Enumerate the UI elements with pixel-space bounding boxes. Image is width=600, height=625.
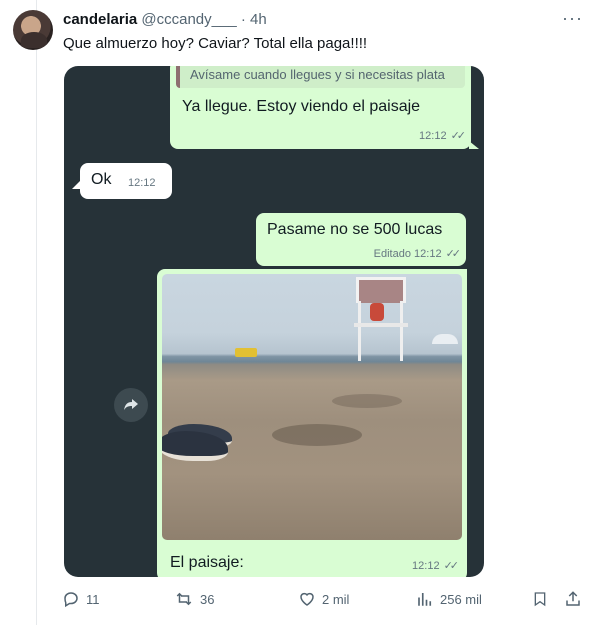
views-icon (418, 593, 432, 606)
repost-icon (176, 592, 192, 606)
message-outgoing-photo: El paisaje: 12:12 ✓✓ (157, 269, 467, 577)
reply-icon (64, 592, 78, 608)
message-meta: Editado 12:12 ✓✓ (373, 247, 462, 260)
author-name[interactable]: candelaria (63, 11, 137, 28)
bookmark-icon (534, 592, 546, 607)
sand-footprint (272, 424, 362, 446)
message-time: 12:12 (128, 177, 156, 189)
message-time: 12:12 (412, 560, 440, 572)
sand-footprint (332, 394, 402, 408)
message-incoming: Ok 12:12 (72, 163, 172, 199)
repost-count: 36 (200, 591, 215, 607)
thread-line (36, 0, 37, 625)
message-text: Ok (91, 171, 112, 188)
message-outgoing: Pasame no se 500 lucas Editado 12:12 ✓✓ (256, 213, 466, 266)
reply-button[interactable]: 11 (62, 590, 100, 608)
message-meta: 12:12 ✓✓ (412, 559, 460, 572)
share-icon (566, 591, 580, 606)
author-handle[interactable]: @cccandy___ (141, 11, 236, 28)
forward-icon[interactable] (114, 388, 148, 422)
message-text: Ya llegue. Estoy viendo el paisaje (182, 98, 421, 115)
tweet-media-screenshot[interactable]: Avísame cuando llegues y si necesitas pl… (64, 66, 484, 577)
repost-button[interactable]: 36 (174, 590, 214, 608)
read-ticks-icon: ✓✓ (450, 130, 467, 142)
bookmark-button[interactable] (532, 590, 548, 608)
quoted-text: Avísame cuando llegues y si necesitas pl… (190, 67, 445, 82)
like-icon (300, 592, 314, 606)
share-button[interactable] (564, 590, 582, 608)
views-button[interactable]: 256 mil (416, 590, 482, 608)
views-count: 256 mil (440, 591, 482, 607)
beach-tent (432, 334, 458, 344)
read-ticks-icon: ✓✓ (445, 248, 462, 260)
tweet-header: candelaria @cccandy___ · 4h (63, 11, 267, 29)
tweet: candelaria @cccandy___ · 4h ··· Que almu… (0, 0, 600, 625)
separator: · (240, 11, 246, 28)
message-meta: 12:12 ✓✓ (419, 129, 467, 142)
avatar[interactable] (13, 10, 53, 50)
edited-label: Editado (373, 248, 411, 260)
more-options-icon[interactable]: ··· (562, 8, 583, 29)
read-ticks-icon: ✓✓ (443, 560, 460, 572)
like-button[interactable]: 2 mil (298, 590, 349, 608)
message-time: 12:12 (419, 130, 447, 142)
reply-count: 11 (86, 591, 100, 607)
message-text: Pasame no se 500 lucas (267, 221, 443, 238)
like-count: 2 mil (322, 591, 350, 607)
quoted-reply: Avísame cuando llegues y si necesitas pl… (176, 66, 465, 88)
message-outgoing: Avísame cuando llegues y si necesitas pl… (170, 66, 479, 149)
tweet-text: Que almuerzo hoy? Caviar? Total ella pag… (63, 35, 368, 52)
tweet-time[interactable]: 4h (250, 11, 267, 28)
lifeguard-tower (352, 277, 410, 363)
message-time: 12:12 (414, 248, 442, 260)
tweet-actions: 11 36 2 mil 256 mil (62, 590, 588, 612)
photo-caption: El paisaje: (170, 554, 244, 571)
yellow-boat (235, 348, 257, 357)
beach-photo[interactable] (162, 274, 462, 540)
